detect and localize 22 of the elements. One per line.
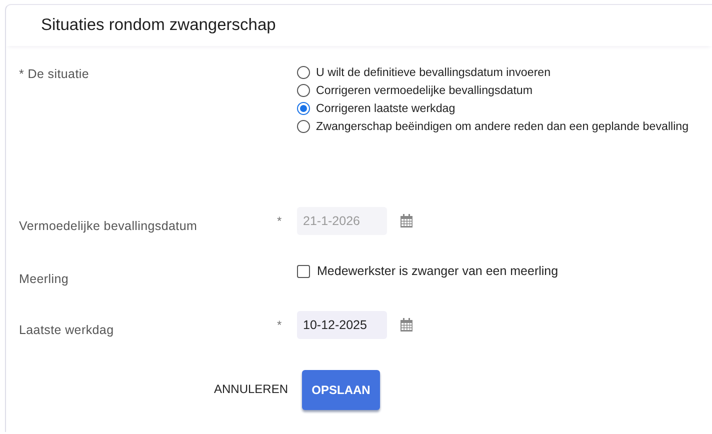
radio-label[interactable]: Corrigeren laatste werkdag: [316, 102, 456, 114]
date-field[interactable]: 10-12-2025: [297, 311, 387, 339]
save-button[interactable]: OPSLAAN: [302, 370, 380, 410]
calendar-icon[interactable]: [400, 318, 413, 332]
cancel-button[interactable]: ANNULEREN: [214, 370, 302, 400]
field-label: Meerling: [19, 270, 70, 286]
radio-label[interactable]: Corrigeren vermoedelijke bevallingsdatum: [316, 84, 533, 96]
radio-button[interactable]: [297, 84, 310, 96]
calendar-icon[interactable]: [400, 214, 413, 228]
checkbox[interactable]: [297, 264, 310, 278]
field-label: Laatste werkdag: [19, 322, 115, 336]
radio-button[interactable]: [297, 102, 310, 114]
required-mark: *: [277, 317, 282, 332]
radio-button[interactable]: [297, 120, 310, 132]
section-title: Situaties rondom zwangerschap: [41, 16, 276, 35]
radio-label[interactable]: Zwangerschap beëindigen om andere reden dan een geplande bevalling: [316, 120, 689, 132]
field-label: Vermoedelijke bevallingsdatum: [19, 218, 198, 232]
checkbox-label[interactable]: Medewerkster is zwanger van een meerling: [317, 264, 558, 278]
field-label: * De situatie: [19, 66, 90, 83]
required-mark: *: [277, 213, 282, 228]
radio-button[interactable]: [297, 66, 310, 78]
radio-label[interactable]: U wilt de definitieve bevallingsdatum invoeren: [316, 66, 551, 78]
